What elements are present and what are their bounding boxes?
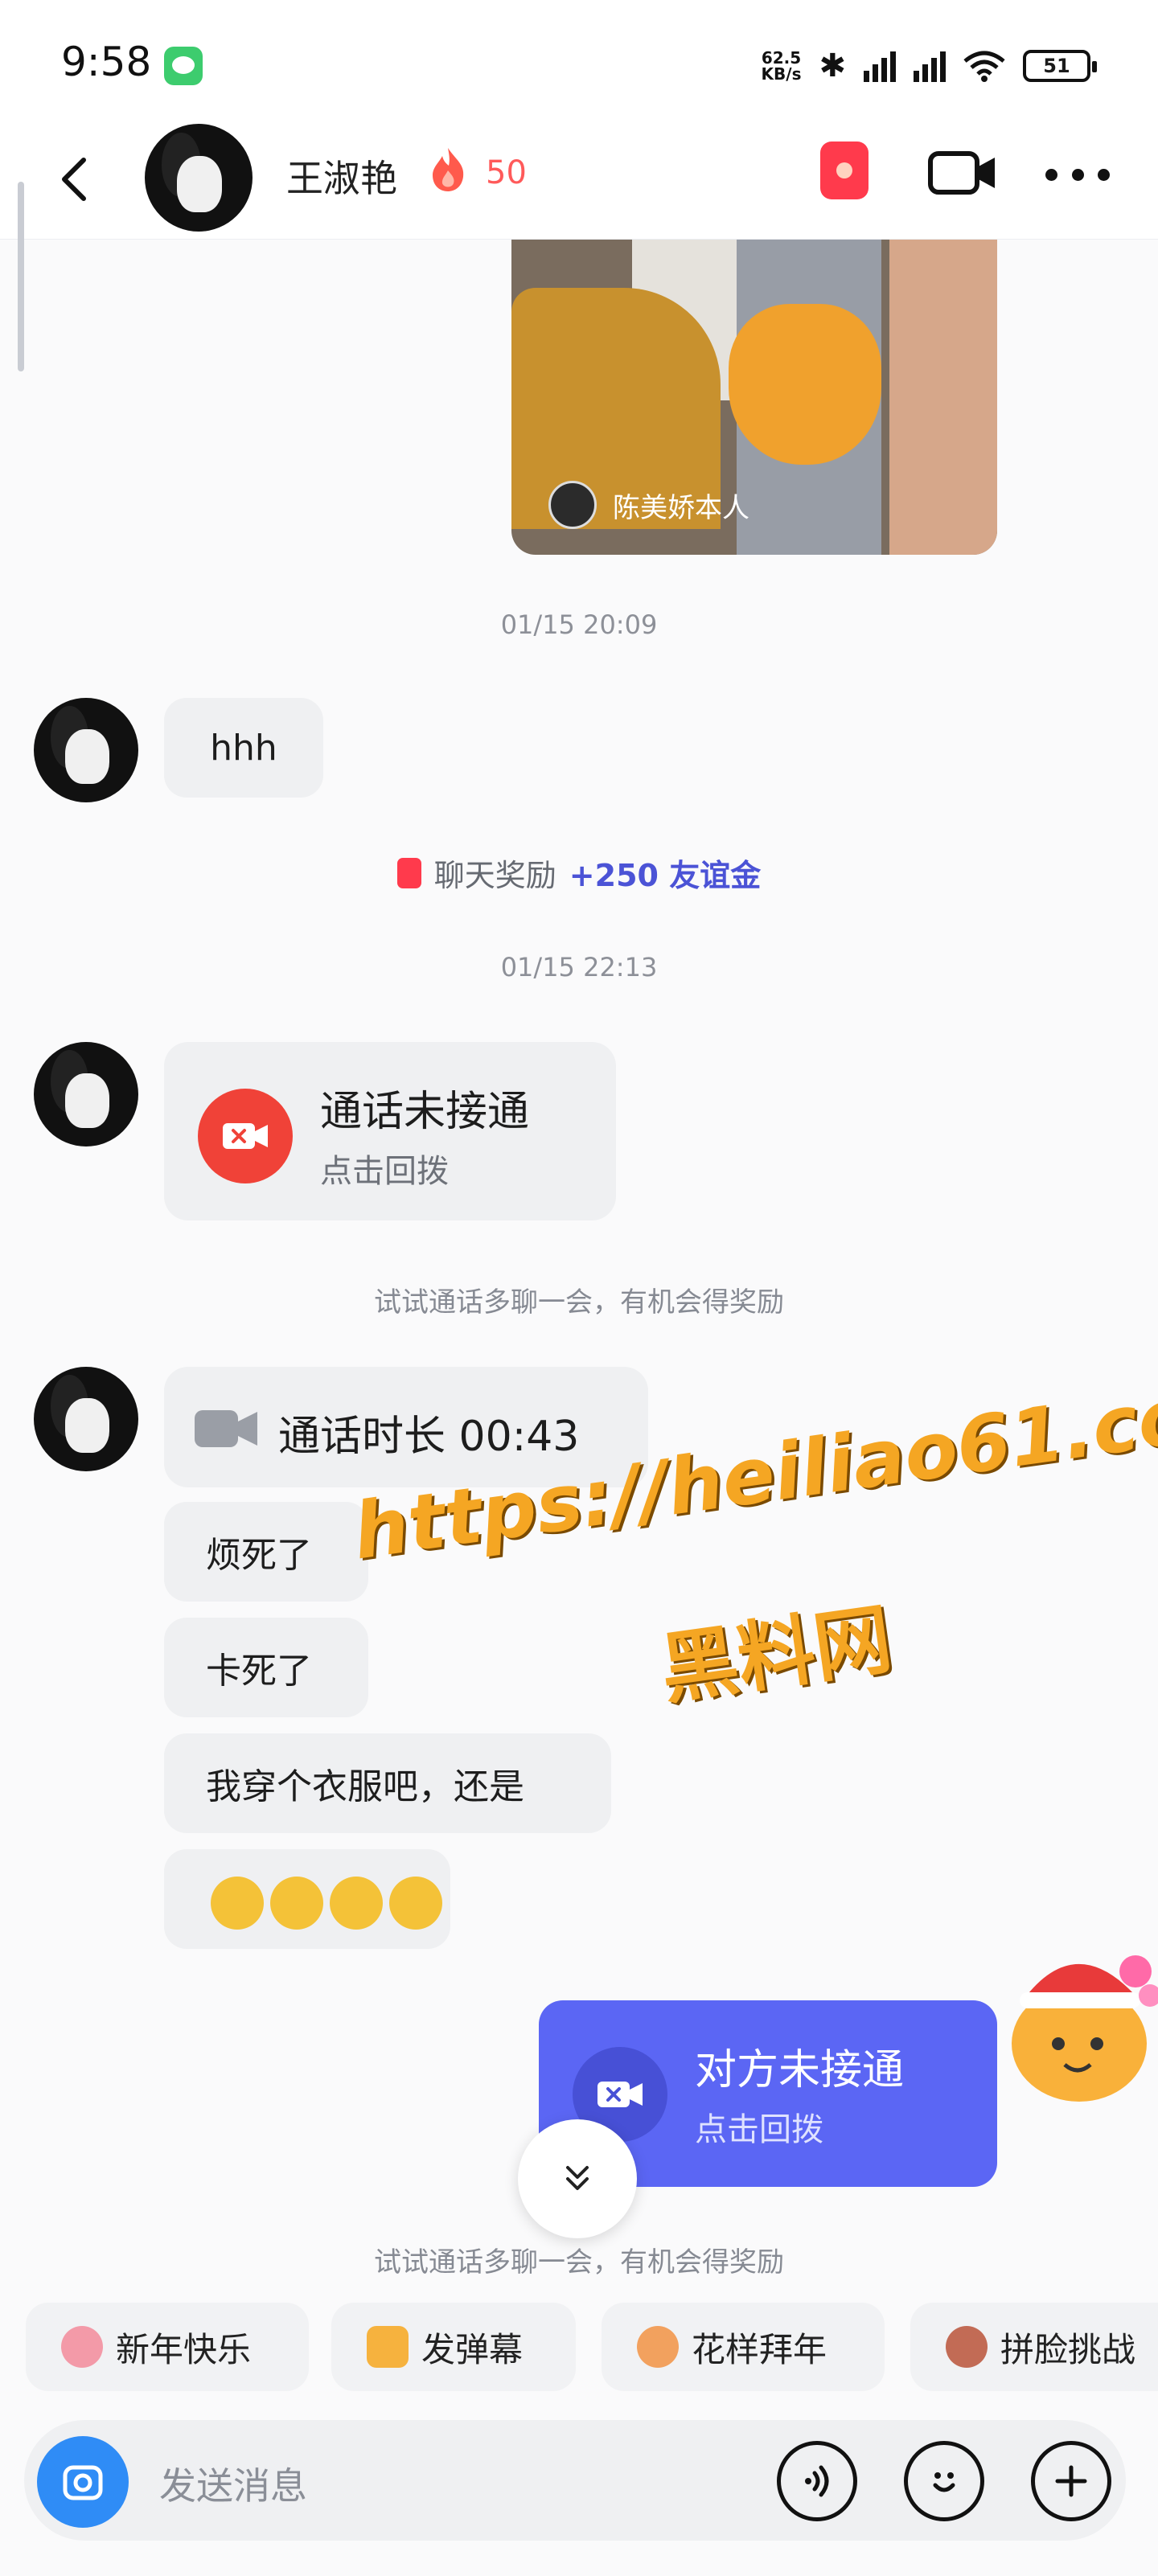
red-packet-icon[interactable]: [820, 142, 868, 199]
timestamp: 01/15 22:13: [500, 952, 658, 982]
missed-call-title: 通话未接通: [320, 1088, 530, 1136]
message-bubble[interactable]: 烦死了: [164, 1502, 368, 1602]
quick-action-danmaku[interactable]: 发弹幕: [331, 2303, 576, 2391]
more-options-icon[interactable]: [1045, 169, 1110, 182]
smiley-icon: [933, 2472, 955, 2492]
scroll-indicator[interactable]: [18, 182, 24, 371]
message-bubble[interactable]: 我穿个衣服吧，还是: [164, 1733, 611, 1833]
flame-icon: [433, 148, 464, 191]
double-chevron-down-icon: [566, 2166, 589, 2190]
quick-action-greeting[interactable]: 花样拜年: [602, 2303, 885, 2391]
quick-action-new-year[interactable]: 新年快乐: [26, 2303, 309, 2391]
message-bubble[interactable]: hhh: [164, 698, 323, 798]
bluetooth-icon: ✱: [819, 47, 846, 84]
video-call-icon[interactable]: [928, 150, 997, 196]
watermark-label: 黑料网: [655, 1594, 897, 1716]
message-avatar[interactable]: [34, 1042, 138, 1146]
message-avatar[interactable]: [34, 698, 138, 802]
chat-app-notification-icon: [164, 47, 203, 85]
chat-reward-line: 聊天奖励 +250 友谊金: [0, 851, 1158, 895]
quick-actions-bar: 新年快乐 发弹幕 花样拜年 拼脸挑战: [0, 2303, 1158, 2399]
streak-count: 50: [486, 154, 527, 191]
wifi-icon: [963, 51, 1005, 82]
status-bar: 9:58 62.5 KB/s ✱ 51: [0, 0, 1158, 121]
back-button[interactable]: [50, 151, 98, 207]
status-indicators: 62.5 KB/s ✱ 51: [761, 43, 1097, 88]
chevron-left-icon: [62, 158, 86, 201]
contact-name[interactable]: 王淑艳: [286, 150, 397, 203]
chat-screen: 9:58 62.5 KB/s ✱ 51 王淑艳 50 陈美娇本人 01/15 2…: [0, 0, 1158, 2576]
emoji-button[interactable]: [904, 2441, 984, 2521]
message-avatar[interactable]: [34, 1367, 138, 1471]
signal-strength-icon: [864, 50, 896, 82]
call-tip: 试试通话多聊一会，有机会得奖励: [374, 2246, 784, 2279]
crying-emoji-icon: [211, 1877, 442, 1930]
flower-icon: [61, 2326, 103, 2368]
outgoing-call-title: 对方未接通: [695, 2046, 905, 2094]
missed-call-card[interactable]: 通话未接通 点击回拨: [164, 1042, 616, 1220]
battery-icon: 51: [1023, 50, 1097, 82]
danmaku-icon: [367, 2326, 409, 2368]
quick-action-face-challenge[interactable]: 拼脸挑战: [910, 2303, 1158, 2391]
call-tip: 试试通话多聊一会，有机会得奖励: [374, 1286, 784, 1319]
status-time: 9:58: [61, 39, 152, 85]
video-author-avatar: [548, 481, 597, 529]
signal-strength-icon-2: [914, 50, 946, 82]
emoji-message-bubble[interactable]: [164, 1849, 450, 1949]
video-camera-icon: [195, 1410, 257, 1447]
missed-video-call-icon: [198, 1089, 293, 1183]
input-bar: 发送消息: [0, 2420, 1158, 2576]
chat-header: 王淑艳 50: [0, 121, 1158, 240]
message-bubble[interactable]: 卡死了: [164, 1618, 368, 1717]
shared-video-card[interactable]: 陈美娇本人: [511, 240, 997, 555]
plus-icon: [1055, 2465, 1087, 2497]
hands-icon: [637, 2326, 679, 2368]
voice-icon: [805, 2465, 829, 2497]
red-packet-icon: [396, 857, 421, 888]
video-author: 陈美娇本人: [548, 481, 749, 529]
video-author-name: 陈美娇本人: [613, 491, 749, 524]
call-duration: 通话时长 00:43: [278, 1413, 580, 1461]
camera-icon: [63, 2465, 103, 2500]
timestamp: 01/15 20:09: [500, 609, 658, 640]
call-back-label: 点击回拨: [320, 1153, 449, 1190]
scroll-to-bottom-button[interactable]: [518, 2119, 637, 2238]
input-placeholder: 发送消息: [159, 2464, 307, 2508]
net-speed: 62.5 KB/s: [761, 48, 802, 84]
add-button[interactable]: [1031, 2441, 1111, 2521]
message-input[interactable]: 发送消息: [24, 2420, 1126, 2541]
contact-avatar[interactable]: [145, 124, 253, 232]
voice-button[interactable]: [777, 2441, 857, 2521]
camera-button[interactable]: [37, 2436, 129, 2528]
call-back-label: 点击回拨: [695, 2111, 823, 2148]
face-icon: [946, 2326, 988, 2368]
mascot-sticker-icon[interactable]: [991, 1923, 1158, 2108]
